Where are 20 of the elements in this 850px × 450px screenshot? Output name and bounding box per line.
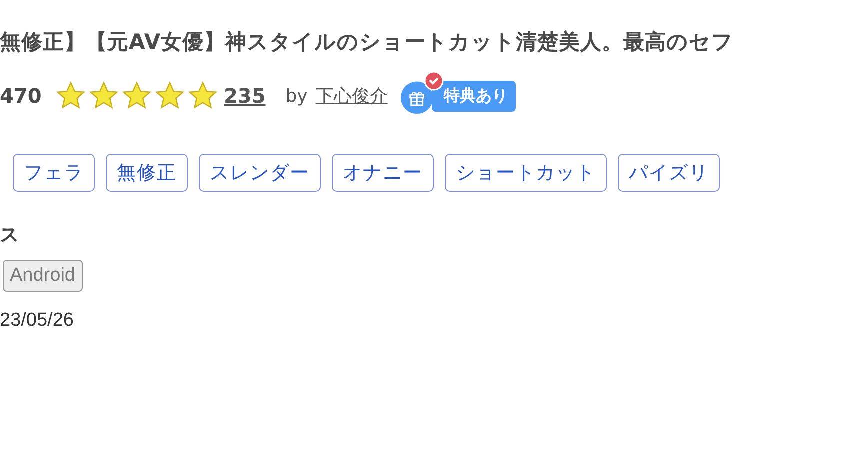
product-title: 無修正】【元AV女優】神スタイルのショートカット清楚美人。最高のセフ — [0, 29, 736, 56]
tag-link[interactable]: フェラ — [13, 154, 95, 192]
price: 470 — [0, 84, 43, 108]
tag-link[interactable]: パイズリ — [618, 154, 720, 192]
tag-link[interactable]: オナニー — [332, 154, 434, 192]
tag-link[interactable]: 無修正 — [106, 154, 188, 192]
release-date: 23/05/26 — [0, 310, 75, 332]
star-icon — [122, 81, 152, 111]
star-icon — [155, 81, 185, 111]
star-icon — [56, 81, 86, 111]
review-count-link[interactable]: 235 — [224, 84, 266, 108]
tag-link[interactable]: ショートカット — [445, 154, 607, 192]
by-label: by — [286, 86, 308, 106]
star-icon — [89, 81, 119, 111]
section-label: ス — [0, 223, 20, 248]
bonus-badge: 特典あり — [432, 80, 516, 112]
star-icon — [188, 81, 218, 111]
tag-link[interactable]: スレンダー — [199, 154, 321, 192]
author-link[interactable]: 下心俊介 — [316, 84, 388, 108]
platform-button[interactable]: Android — [3, 260, 82, 292]
